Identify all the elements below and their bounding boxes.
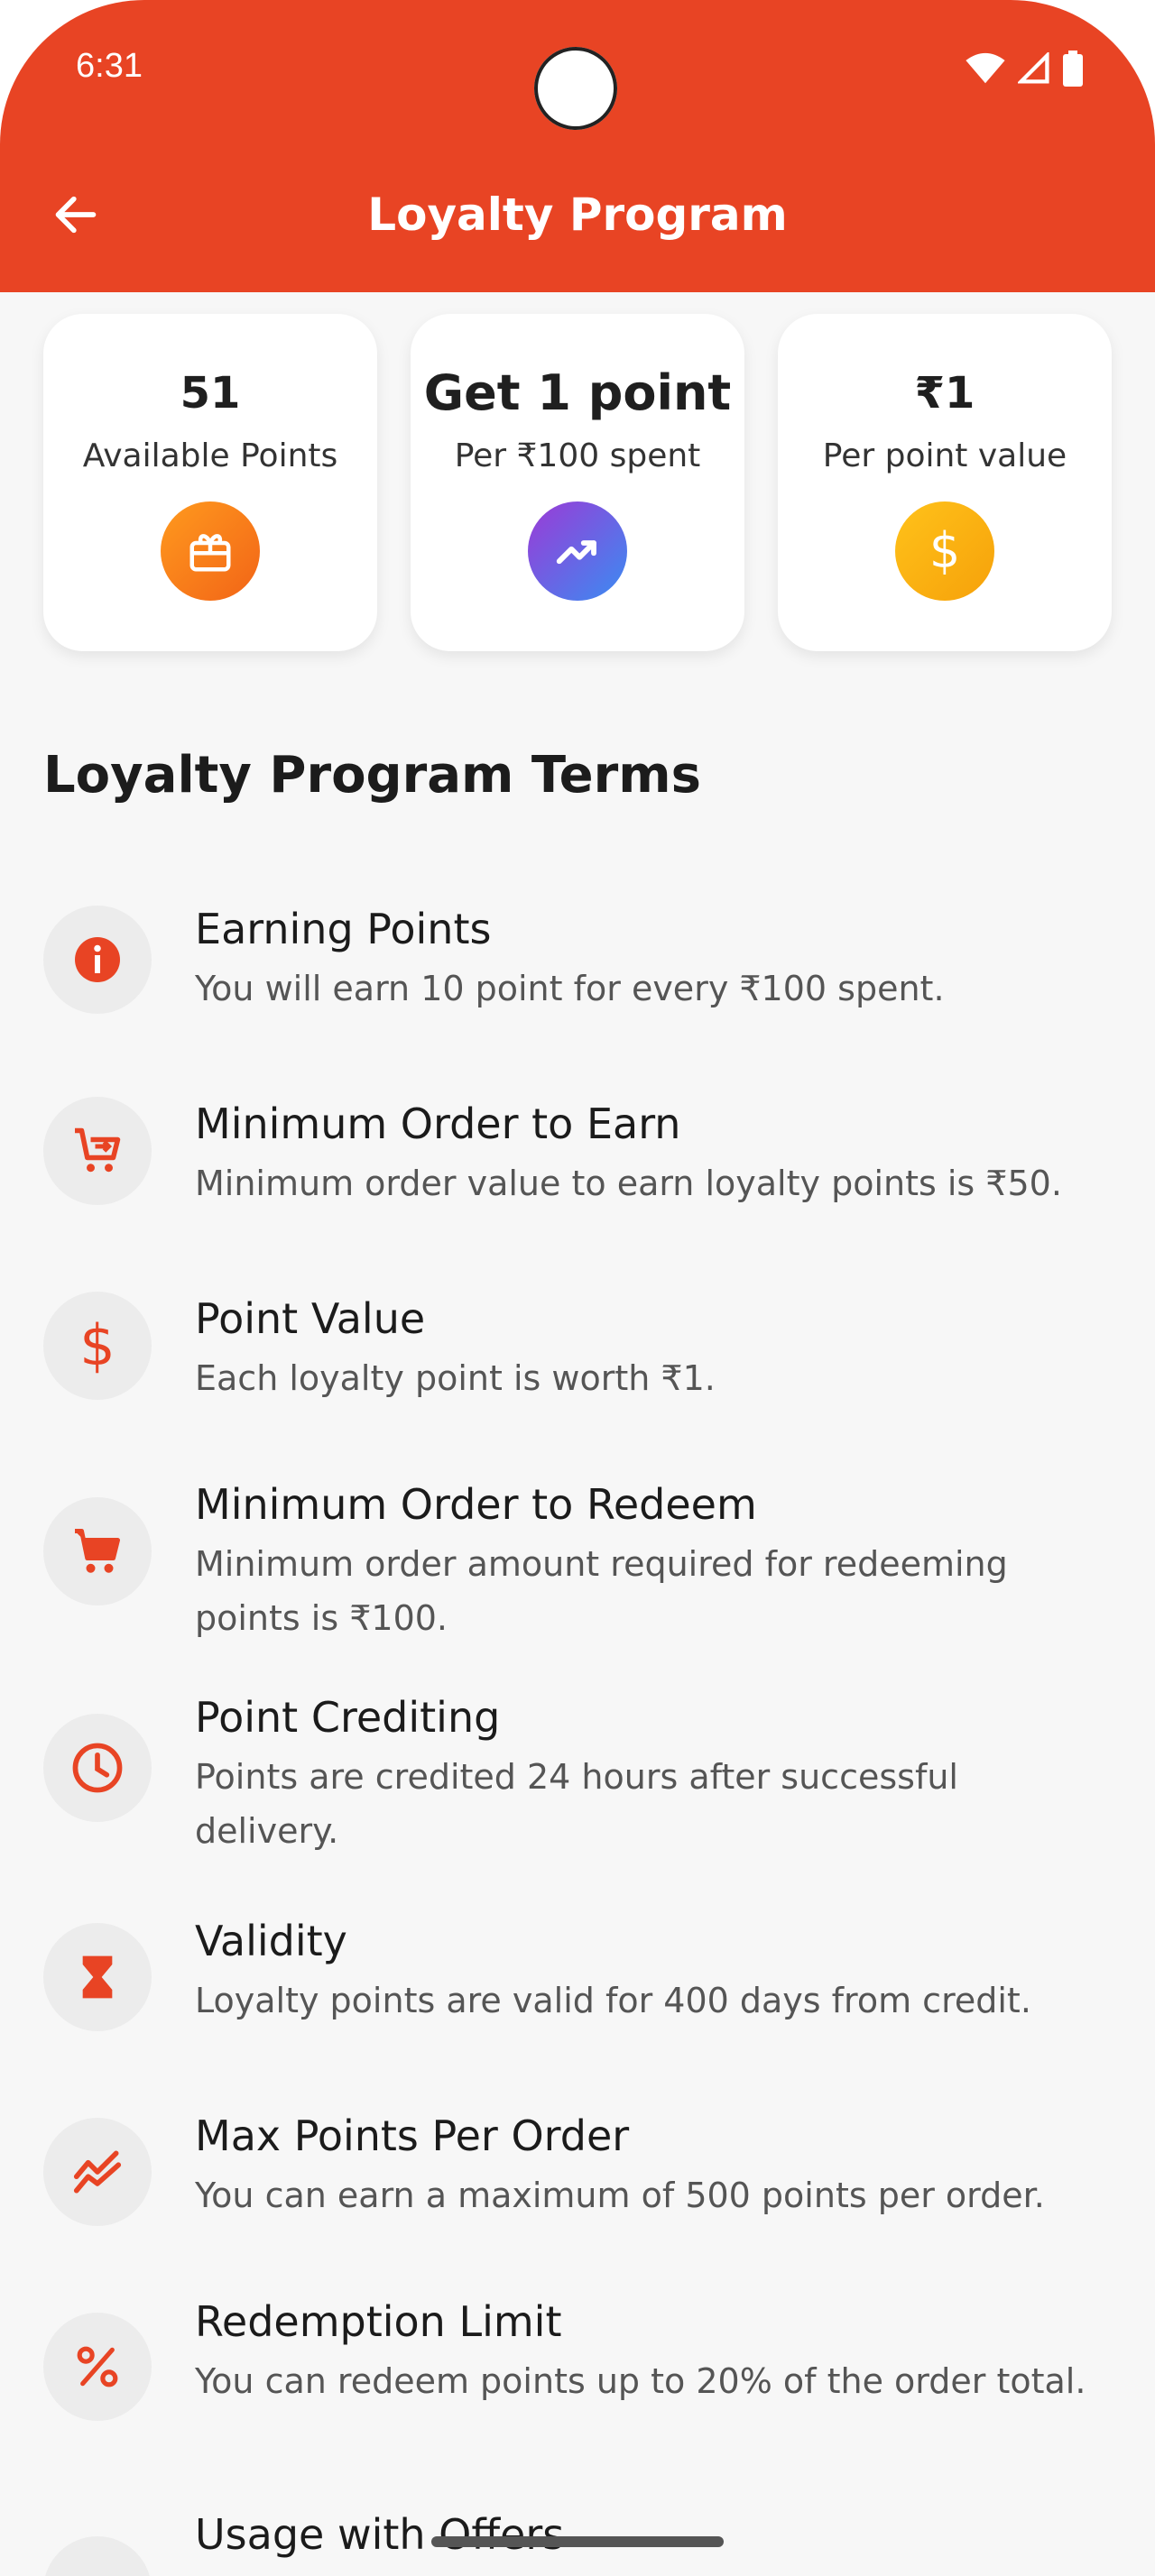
- term-title: Minimum Order to Redeem: [195, 1480, 757, 1529]
- card-value: 51: [180, 368, 241, 419]
- term-desc: Minimum order amount required for redeem…: [195, 1544, 1008, 1638]
- section-title: Loyalty Program Terms: [43, 746, 701, 805]
- card-value: ₹1: [914, 368, 975, 419]
- gesture-nav-handle[interactable]: [431, 2536, 724, 2547]
- card-value: Get 1 point: [423, 364, 732, 421]
- info-icon: [43, 906, 152, 1014]
- clock-icon: [43, 1714, 152, 1822]
- term-desc: Each loyalty point is worth ₹1.: [195, 1358, 716, 1398]
- battery-icon: [1063, 51, 1083, 87]
- term-desc: Points are credited 24 hours after succe…: [195, 1757, 958, 1851]
- term-title: Point Crediting: [195, 1693, 501, 1742]
- wifi-icon: [966, 52, 1005, 84]
- term-title: Max Points Per Order: [195, 2111, 630, 2160]
- term-title: Minimum Order to Earn: [195, 1099, 681, 1148]
- term-title: Usage with Offers: [195, 2510, 565, 2559]
- card-label: Per point value: [822, 437, 1067, 474]
- term-title: Point Value: [195, 1294, 426, 1343]
- gift-icon: [161, 501, 260, 601]
- summary-cards: 51 Available Points Get 1 point Per ₹100…: [43, 314, 1112, 651]
- term-desc: You can redeem points up to 20% of the o…: [195, 2361, 1086, 2401]
- term-title: Validity: [195, 1917, 347, 1965]
- available-points-card: 51 Available Points: [43, 314, 377, 651]
- offers-icon: [43, 2536, 152, 2576]
- multiline-chart-icon: [43, 2118, 152, 2226]
- dollar-icon: $: [43, 1292, 152, 1400]
- card-label: Available Points: [82, 437, 338, 474]
- term-title: Earning Points: [195, 905, 492, 953]
- earn-rate-card: Get 1 point Per ₹100 spent: [411, 314, 744, 651]
- status-icons: [966, 51, 1083, 87]
- page-title: Loyalty Program: [367, 189, 788, 241]
- cart-add-icon: [43, 1097, 152, 1205]
- camera-cutout: [534, 47, 617, 130]
- cart-icon: [43, 1497, 152, 1605]
- point-value-card: ₹1 Per point value $: [778, 314, 1112, 651]
- signal-icon: [1018, 52, 1049, 84]
- percent-icon: [43, 2313, 152, 2421]
- app-screen: 6:31 Loyalty Program 51 Available Points: [0, 0, 1155, 2576]
- app-header: 6:31 Loyalty Program: [0, 0, 1155, 292]
- term-desc: Minimum order value to earn loyalty poin…: [195, 1164, 1062, 1203]
- status-time: 6:31: [76, 47, 143, 85]
- term-title: Redemption Limit: [195, 2297, 562, 2346]
- term-desc: You will earn 10 point for every ₹100 sp…: [195, 969, 945, 1008]
- term-desc: You can earn a maximum of 500 points per…: [195, 2176, 1045, 2215]
- card-label: Per ₹100 spent: [454, 437, 701, 474]
- hourglass-icon: [43, 1923, 152, 2031]
- term-desc: Loyalty points are valid for 400 days fr…: [195, 1981, 1031, 2020]
- trending-up-icon: [528, 501, 627, 601]
- dollar-icon: $: [895, 501, 994, 601]
